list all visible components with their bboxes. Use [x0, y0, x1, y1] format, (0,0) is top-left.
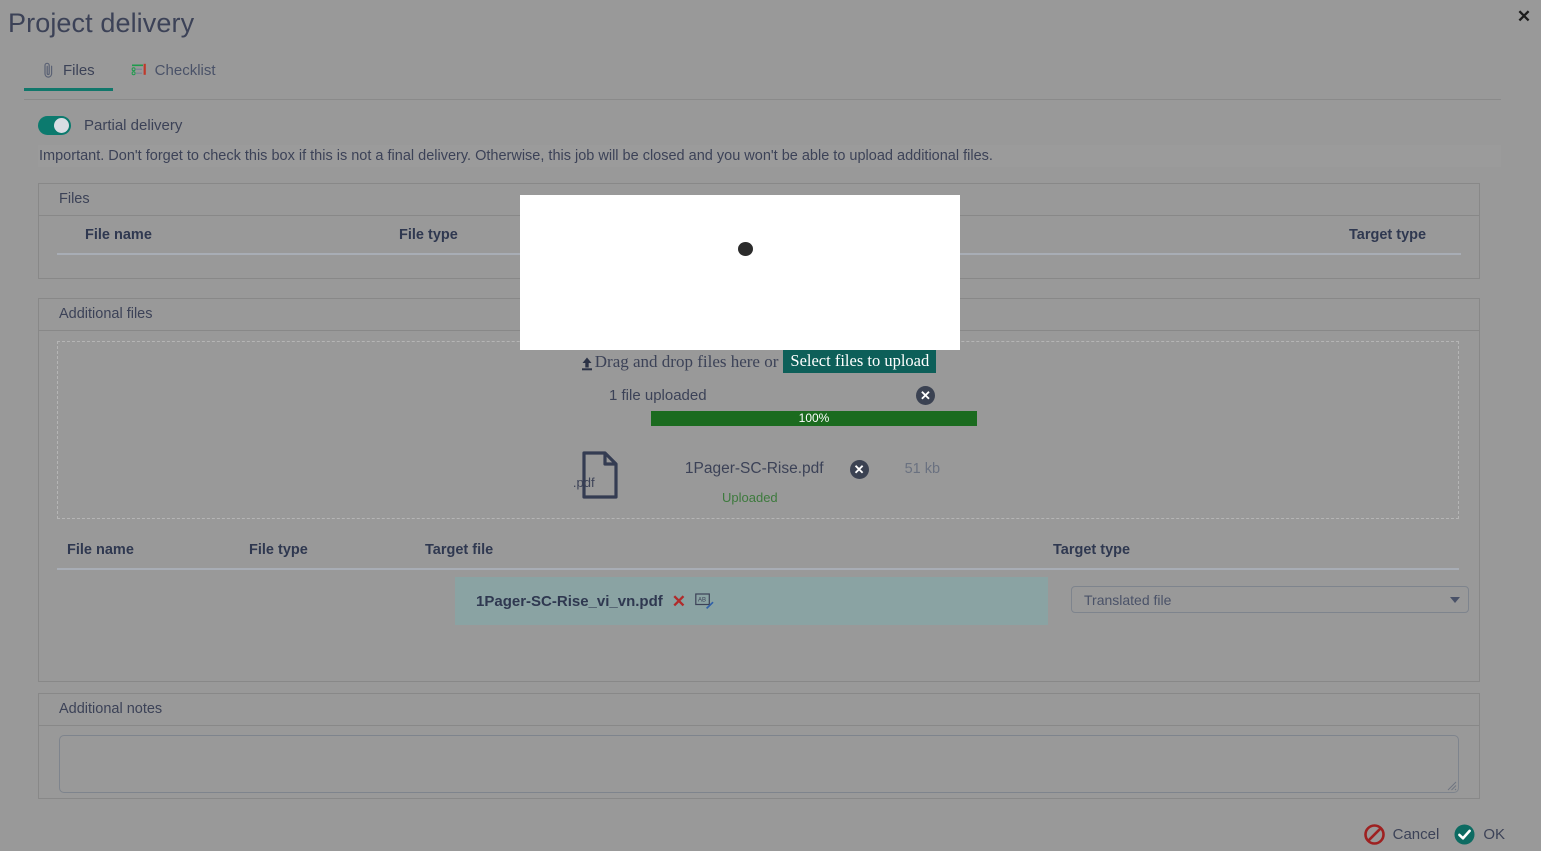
partial-delivery-row: Partial delivery	[38, 116, 182, 135]
tab-files-label: Files	[63, 62, 95, 79]
select-files-button[interactable]: Select files to upload	[783, 350, 937, 374]
tab-bar: Files Checklist	[24, 60, 234, 100]
target-file-chip[interactable]: 1Pager-SC-Rise_vi_vn.pdf ✕ AB	[455, 577, 1048, 625]
additional-notes-title: Additional notes	[39, 694, 1479, 726]
loading-overlay	[520, 195, 960, 350]
chevron-down-icon	[1450, 596, 1460, 603]
tab-files[interactable]: Files	[24, 60, 113, 91]
add-col-file-type: File type	[249, 541, 308, 558]
additional-notes-panel: Additional notes	[38, 693, 1480, 799]
add-col-target-type: Target type	[1053, 541, 1131, 558]
additional-files-table-header: File name File type Target file Target t…	[57, 531, 1459, 570]
uploaded-file-size: 51 kb	[904, 461, 941, 477]
files-col-file-name: File name	[85, 226, 152, 243]
additional-notes-input[interactable]	[59, 735, 1459, 793]
partial-delivery-label: Partial delivery	[84, 117, 183, 134]
tab-checklist[interactable]: Checklist	[113, 60, 234, 91]
pdf-file-icon: .pdf	[572, 450, 622, 500]
cancel-button-label: Cancel	[1392, 826, 1440, 843]
files-col-target-type: Target type	[1349, 226, 1427, 243]
pdf-extension-label: .pdf	[572, 475, 595, 490]
cancel-button[interactable]: Cancel	[1363, 824, 1440, 845]
target-file-name: 1Pager-SC-Rise_vi_vn.pdf	[476, 592, 663, 610]
close-icon[interactable]: ✕	[1513, 6, 1535, 28]
ok-button-label: OK	[1483, 826, 1505, 843]
partial-delivery-toggle[interactable]	[38, 116, 71, 135]
upload-progress-bar: 100%	[651, 411, 977, 427]
red-x-icon[interactable]: ✕	[672, 593, 686, 610]
page-title: Project delivery	[8, 8, 195, 38]
remove-uploaded-file-icon[interactable]: ✕	[849, 459, 869, 479]
add-col-target-file: Target file	[425, 541, 494, 558]
additional-files-panel: Additional files Drag and drop files her…	[38, 298, 1480, 682]
important-notice: Important. Don't forget to check this bo…	[38, 145, 1501, 167]
uploaded-file-row: .pdf 1Pager-SC-Rise.pdf ✕ 51 kb Uploaded	[58, 450, 1458, 505]
target-type-value: Translated file	[1084, 591, 1172, 608]
uploaded-file-status: Uploaded	[722, 490, 778, 505]
dropzone-drag-text: Drag and drop files here or	[594, 351, 779, 371]
tab-checklist-label: Checklist	[154, 62, 216, 79]
rename-icon[interactable]: AB	[695, 592, 714, 610]
table-row: 1Pager-SC-Rise_vi_vn.pdf ✕ AB Translated…	[57, 571, 1469, 643]
upload-status-text: 1 file uploaded	[609, 387, 707, 405]
upload-status-row: 1 file uploaded ✕	[609, 386, 935, 406]
dropzone-prompt: Drag and drop files here or Select files…	[580, 350, 937, 374]
check-circle-icon	[1454, 824, 1475, 845]
footer-actions: Cancel OK	[1363, 824, 1505, 845]
ok-button[interactable]: OK	[1454, 824, 1505, 845]
add-col-file-name: File name	[67, 541, 134, 558]
dropzone-content: Drag and drop files here or Select files…	[58, 342, 1458, 427]
cancel-upload-icon[interactable]: ✕	[916, 386, 935, 406]
target-type-dropdown[interactable]: Translated file	[1071, 586, 1469, 613]
checklist-icon	[131, 63, 147, 79]
svg-text:AB: AB	[698, 597, 706, 603]
uploaded-file-name: 1Pager-SC-Rise.pdf	[684, 460, 824, 477]
upload-arrow-icon	[580, 356, 594, 371]
no-entry-icon	[1363, 824, 1385, 845]
tab-bar-divider	[24, 99, 1501, 100]
file-dropzone[interactable]: Drag and drop files here or Select files…	[57, 341, 1459, 519]
loading-spinner-dot	[738, 242, 753, 256]
paperclip-icon	[42, 62, 55, 79]
